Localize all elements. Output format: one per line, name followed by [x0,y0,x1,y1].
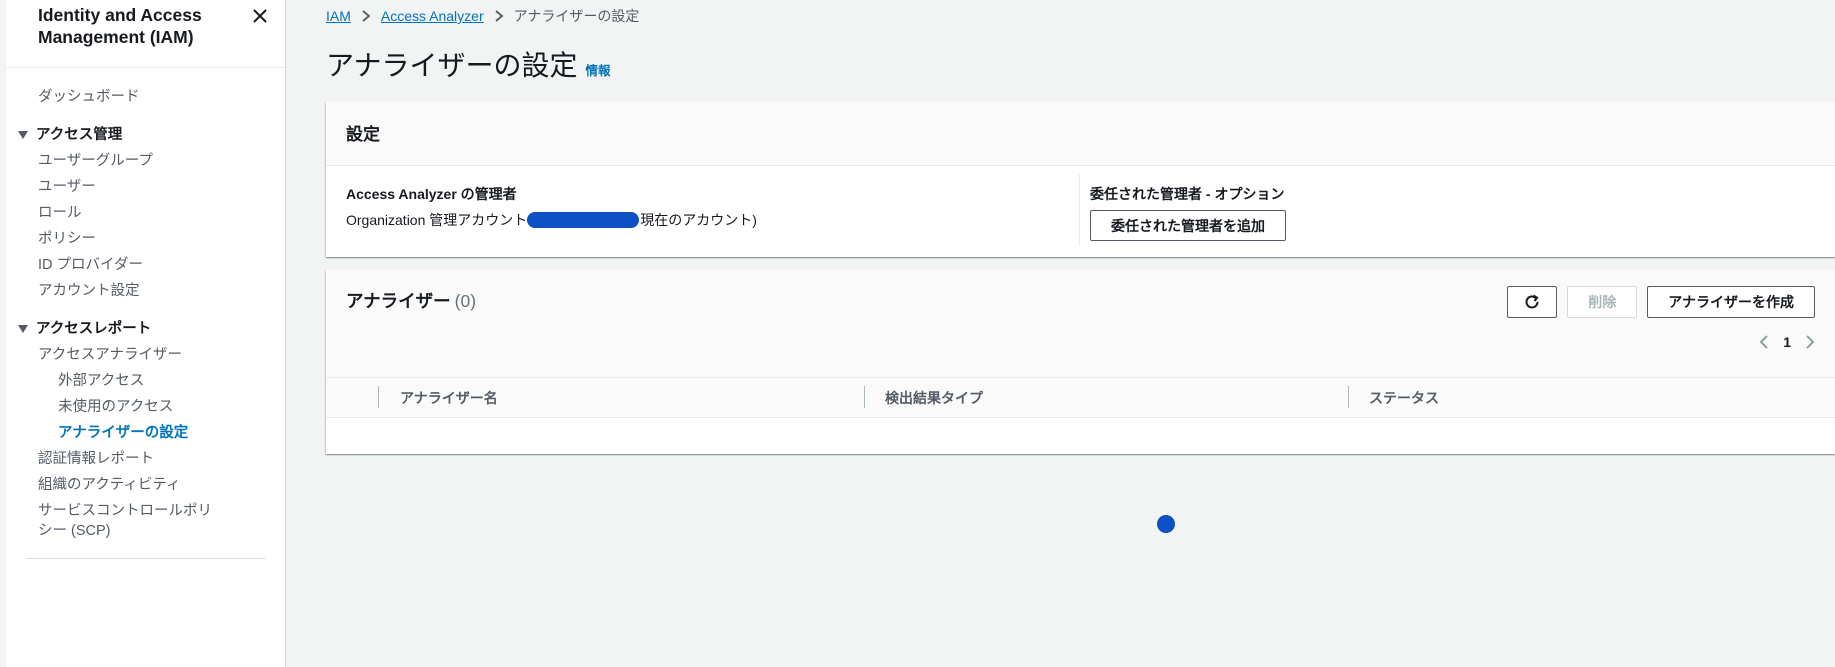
nav-item-credential-report[interactable]: 認証情報レポート [6,446,285,472]
settings-panel: 設定 Access Analyzer の管理者 Organization 管理ア… [326,102,1835,257]
chevron-right-icon [494,10,504,22]
column-separator[interactable] [864,386,865,408]
breadcrumb-access-analyzer[interactable]: Access Analyzer [381,8,484,24]
close-icon [253,9,267,23]
admin-value: Organization 管理アカウント 現在のアカウント) [346,210,757,230]
breadcrumb-current: アナライザーの設定 [513,8,640,24]
sidebar-title[interactable]: Identity and Access Management (IAM) [38,4,238,48]
refresh-button[interactable] [1507,286,1558,318]
breadcrumb-iam[interactable]: IAM [326,8,351,24]
analyzers-panel: アナライザー (0) 削除 アナライザーを作成 1 アナライザー名 検出結果タイ… [326,270,1835,454]
sidebar-header: Identity and Access Management (IAM) [6,0,285,68]
caret-down-icon [18,131,28,139]
nav-item-analyzer-settings[interactable]: アナライザーの設定 [6,420,285,446]
nav-item-account-settings[interactable]: アカウント設定 [6,278,285,304]
analyzers-title: アナライザー (0) [346,288,476,313]
analyzer-actions: 削除 アナライザーを作成 [1507,286,1815,318]
page-title-text: アナライザーの設定 [326,50,578,81]
settings-body: Access Analyzer の管理者 Organization 管理アカウン… [326,166,1835,256]
column-separator [378,386,379,408]
column-header-finding-type[interactable]: 検出結果タイプ [885,388,983,408]
close-navigation-button[interactable] [246,2,274,30]
chevron-left-icon[interactable] [1759,334,1769,350]
chevron-right-icon [361,10,371,22]
nav-item-dashboard[interactable]: ダッシュボード [6,84,285,110]
admin-value-suffix: 現在のアカウント) [640,212,757,228]
nav-item-policies[interactable]: ポリシー [6,226,285,252]
table-body [326,418,1835,454]
nav-section-label: アクセス管理 [36,127,123,143]
nav-item-access-analyzer[interactable]: アクセスアナライザー [6,342,285,368]
delete-button[interactable]: 削除 [1567,286,1638,318]
admin-label: Access Analyzer の管理者 [346,186,517,202]
nav-item-unused-access[interactable]: 未使用のアクセス [6,394,285,420]
delegated-admin-label: 委任された管理者 - オプション [1090,186,1285,202]
settings-header: 設定 [326,102,1835,166]
nav-divider [26,558,265,559]
nav-item-identity-providers[interactable]: ID プロバイダー [6,252,285,278]
delegated-admin-column: 委任された管理者 - オプション 委任された管理者を追加 [1090,184,1286,241]
nav-section-access-reports[interactable]: アクセスレポート [6,316,285,342]
info-link[interactable]: 情報 [585,60,610,79]
analyzers-count: (0) [454,291,477,311]
main-content: IAM Access Analyzer アナライザーの設定 アナライザーの設定 … [326,0,1835,667]
side-navigation: Identity and Access Management (IAM) ダッシ… [6,0,286,667]
pagination: 1 [1759,334,1815,350]
page-title: アナライザーの設定 情報 [326,44,610,84]
admin-value-prefix: Organization 管理アカウント [346,212,528,228]
admin-column: Access Analyzer の管理者 Organization 管理アカウン… [346,184,757,230]
breadcrumb: IAM Access Analyzer アナライザーの設定 [326,6,639,26]
nav-item-user-groups[interactable]: ユーザーグループ [6,148,285,174]
column-divider [1079,174,1080,246]
column-header-analyzer-name[interactable]: アナライザー名 [400,388,498,408]
column-separator[interactable] [1348,386,1349,408]
nav-item-roles[interactable]: ロール [6,200,285,226]
add-delegated-admin-button[interactable]: 委任された管理者を追加 [1090,210,1286,241]
create-analyzer-button[interactable]: アナライザーを作成 [1647,286,1815,318]
redacted-account-id [527,212,640,228]
analyzers-title-text: アナライザー [346,291,451,311]
caret-down-icon [18,325,28,333]
table-header-row: アナライザー名 検出結果タイプ ステータス [326,378,1835,418]
nav-section-label: アクセスレポート [36,321,152,337]
analyzers-header: アナライザー (0) 削除 アナライザーを作成 1 [326,270,1835,378]
nav-list: ダッシュボード アクセス管理 ユーザーグループ ユーザー ロール ポリシー ID… [6,68,285,559]
column-header-status[interactable]: ステータス [1369,388,1439,408]
nav-section-access-management[interactable]: アクセス管理 [6,122,285,148]
loading-spinner-icon [1157,515,1175,533]
chevron-right-icon[interactable] [1805,334,1815,350]
nav-item-scp[interactable]: サービスコントロールポリシー (SCP) [6,498,226,544]
nav-item-users[interactable]: ユーザー [6,174,285,200]
nav-item-organization-activity[interactable]: 組織のアクティビティ [6,472,285,498]
nav-item-external-access[interactable]: 外部アクセス [6,368,285,394]
refresh-icon [1525,294,1539,309]
page-number[interactable]: 1 [1783,334,1791,350]
